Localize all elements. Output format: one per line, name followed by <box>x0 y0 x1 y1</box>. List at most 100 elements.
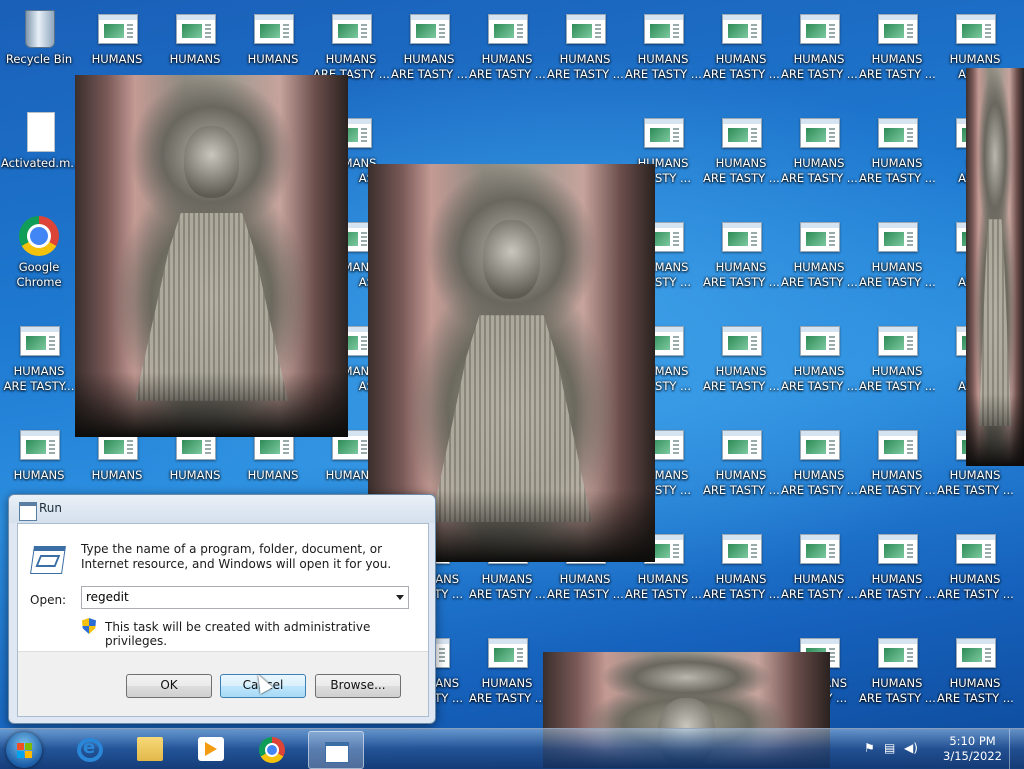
icon-label: HUMANS <box>481 572 533 586</box>
taskbar-file-explorer[interactable] <box>123 731 177 767</box>
program-icon <box>722 14 762 44</box>
desktop-icon-humans[interactable]: HUMANS ARE TASTY ... <box>781 216 857 290</box>
doll-head <box>184 125 239 199</box>
icon-label: ARE TASTY ... <box>937 483 1013 497</box>
desktop-icon-humans[interactable]: HUMANS <box>235 8 311 67</box>
taskbar-chrome[interactable] <box>245 731 299 767</box>
clock[interactable]: 5:10 PM 3/15/2022 <box>943 734 1002 764</box>
internet-explorer-icon <box>77 737 103 762</box>
run-title-bar[interactable]: Run <box>9 495 435 523</box>
desktop-icon-humans[interactable]: HUMANS ARE TASTY ... <box>859 320 935 394</box>
icon-label: HUMANS <box>481 676 533 690</box>
desktop-icon-humans[interactable]: HUMANS ARE TASTY ... <box>859 216 935 290</box>
ok-button[interactable]: OK <box>126 674 212 698</box>
icon-label: HUMANS <box>559 572 611 586</box>
icon-label: HUMANS <box>325 52 377 66</box>
desktop-icon-recycle-bin[interactable]: Recycle Bin <box>1 8 77 67</box>
run-dialog[interactable]: Run Type the name of a program, folder, … <box>8 494 436 724</box>
desktop-icon-humans[interactable]: HUMANS ARE TASTY ... <box>625 8 701 82</box>
taskbar: ⚑ ▤ ◀) 5:10 PM 3/15/2022 <box>0 728 1024 769</box>
browse-button[interactable]: Browse... <box>315 674 401 698</box>
icon-label: HUMANS <box>637 572 689 586</box>
desktop-icon-google-chrome[interactable]: Google Chrome <box>1 216 77 290</box>
icon-label: ARE TASTY ... <box>859 275 935 289</box>
icon-label: HUMANS <box>13 468 65 482</box>
desktop-icon-humans[interactable]: HUMANS ARE TASTY ... <box>859 8 935 82</box>
desktop-icon-humans[interactable]: HUMANS ARE TASTY ... <box>469 8 545 82</box>
icon-label: HUMANS <box>247 468 299 482</box>
desktop-icon-humans[interactable]: HUMANS <box>157 8 233 67</box>
doll-dress <box>431 315 592 523</box>
desktop-icon-humans[interactable]: HUMANS ARE TASTY ... <box>859 528 935 602</box>
desktop-icon-humans[interactable]: HUMANS ARE TASTY ... <box>703 320 779 394</box>
desktop-icon-humans[interactable]: HUMANS ARE TASTY ... <box>703 112 779 186</box>
taskbar-media-player[interactable] <box>184 731 238 767</box>
open-label: Open: <box>30 593 67 607</box>
desktop-icon-humans[interactable]: HUMANS ARE TASTY ... <box>859 632 935 706</box>
taskbar-run[interactable] <box>308 731 364 769</box>
desktop-icon-humans[interactable]: HUMANS ARE TASTY ... <box>781 424 857 498</box>
program-icon <box>878 118 918 148</box>
desktop-icon-activated-file[interactable]: Activated.m... <box>1 112 77 171</box>
open-input[interactable] <box>82 587 386 606</box>
start-button[interactable] <box>6 732 42 768</box>
program-icon <box>878 534 918 564</box>
desktop-icon-humans[interactable]: HUMANS ARE TASTY ... <box>703 8 779 82</box>
run-title: Run <box>39 501 63 515</box>
desktop-icon-humans[interactable]: HUMANS ARE TASTY ... <box>703 528 779 602</box>
program-icon <box>956 638 996 668</box>
desktop-icon-humans[interactable]: HUMANS ARE TASTY ... <box>547 8 623 82</box>
icon-label: ARE TASTY ... <box>859 483 935 497</box>
icon-label: ARE TASTY ... <box>391 67 467 81</box>
desktop-icon-humans[interactable]: HUMANS ARE TASTY ... <box>781 320 857 394</box>
program-icon <box>878 430 918 460</box>
run-program-icon <box>30 546 66 574</box>
desktop-icon-humans[interactable]: HUMANS ARE TASTY ... <box>469 632 545 706</box>
flag-icon[interactable]: ⚑ <box>864 741 878 755</box>
show-desktop-button[interactable] <box>1009 729 1024 769</box>
desktop-icon-humans[interactable]: HUMANS ARE TASTY ... <box>859 112 935 186</box>
program-icon <box>800 118 840 148</box>
desktop-icon-humans[interactable]: HUMANS ARE TASTY... <box>1 320 77 394</box>
program-icon <box>800 326 840 356</box>
desktop-icon-humans[interactable]: HUMANS ARE TASTY ... <box>703 424 779 498</box>
desktop-icon-humans[interactable]: HUMANS <box>79 8 155 67</box>
desktop-icon-humans[interactable]: HUMANS ARE TASTY ... <box>703 216 779 290</box>
desktop-icon-humans[interactable]: HUMANS ARE TASTY ... <box>781 8 857 82</box>
desktop-icon-humans[interactable]: HUMANS ARE TASTY ... <box>781 528 857 602</box>
icon-label: HUMANS <box>793 572 845 586</box>
desktop-icon-humans[interactable]: HUMANS ARE TASTY ... <box>937 632 1013 706</box>
icon-label: HUMANS <box>949 52 1001 66</box>
volume-icon[interactable]: ◀) <box>904 741 918 755</box>
program-icon <box>800 222 840 252</box>
windows-logo-icon <box>17 743 24 750</box>
program-icon <box>488 638 528 668</box>
icon-label: HUMANS <box>871 468 923 482</box>
icon-label: ARE TASTY ... <box>469 67 545 81</box>
icon-label: HUMANS <box>793 364 845 378</box>
icon-label: HUMANS <box>949 468 1001 482</box>
desktop-icon-humans[interactable]: HUMANS ARE TASTY ... <box>781 112 857 186</box>
dropdown-arrow-icon[interactable] <box>396 595 404 600</box>
icon-label: HUMANS <box>715 52 767 66</box>
network-icon[interactable]: ▤ <box>884 741 898 755</box>
desktop-icon-humans[interactable]: HUMANS ARE TASTY ... <box>391 8 467 82</box>
icon-label: ARE TASTY ... <box>703 171 779 185</box>
program-icon <box>332 14 372 44</box>
desktop-icon-humans[interactable]: HUMANS ARE TASTY ... <box>937 528 1013 602</box>
icon-label: HUMANS <box>169 468 221 482</box>
program-icon <box>878 222 918 252</box>
open-combobox[interactable] <box>81 586 409 609</box>
icon-label: ARE TASTY ... <box>781 171 857 185</box>
desktop-icon-humans[interactable]: HUMANS <box>1 424 77 483</box>
system-tray: ⚑ ▤ ◀) 5:10 PM 3/15/2022 <box>860 729 1024 769</box>
doll-head <box>482 219 541 300</box>
program-icon <box>722 222 762 252</box>
desktop-icon-humans[interactable]: HUMANS ARE TASTY ... <box>313 8 389 82</box>
taskbar-internet-explorer[interactable] <box>62 731 116 767</box>
icon-label: Recycle Bin <box>5 52 73 66</box>
desktop-icon-humans[interactable]: HUMANS ARE TASTY ... <box>859 424 935 498</box>
icon-label: ARE TASTY ... <box>469 691 545 705</box>
icon-label: ARE TASTY ... <box>703 67 779 81</box>
icon-label: HUMANS <box>793 468 845 482</box>
